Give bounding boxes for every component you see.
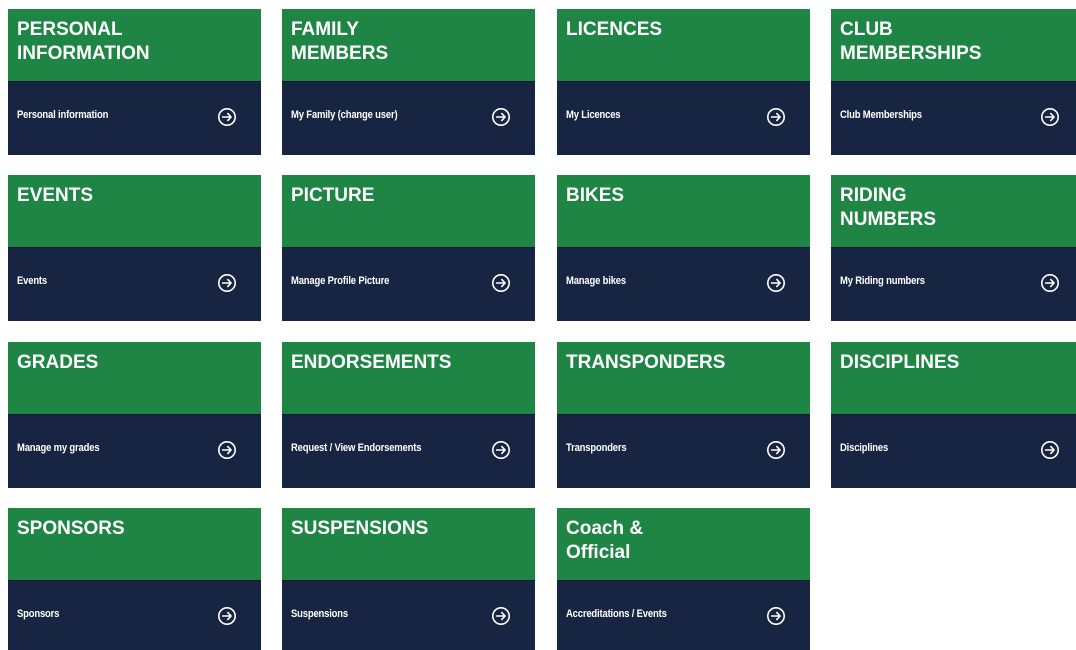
card-title: LICENCES	[557, 9, 810, 81]
card-title: GRADES	[8, 342, 261, 414]
arrow-right-circle-icon[interactable]	[217, 606, 237, 626]
arrow-right-circle-icon[interactable]	[491, 606, 511, 626]
card-link-club-memberships[interactable]: Club Memberships	[831, 81, 1076, 155]
card-link-label[interactable]: My Licences	[566, 109, 621, 121]
card-club-memberships: CLUB MEMBERSHIPS Club Memberships	[831, 9, 1076, 155]
card-link-label[interactable]: Suspensions	[291, 608, 348, 620]
card-link-label[interactable]: Club Memberships	[840, 109, 922, 121]
card-events: EVENTS Events	[8, 175, 261, 321]
card-link-events[interactable]: Events	[8, 247, 261, 321]
card-riding-numbers: RIDING NUMBERS My Riding numbers	[831, 175, 1076, 321]
arrow-right-circle-icon[interactable]	[491, 440, 511, 460]
card-title: PERSONAL INFORMATION	[8, 9, 261, 81]
card-personal-information: PERSONAL INFORMATION Personal informatio…	[8, 9, 261, 155]
card-link-grades[interactable]: Manage my grades	[8, 414, 261, 488]
card-title: PICTURE	[282, 175, 535, 247]
card-link-personal-information[interactable]: Personal information	[8, 81, 261, 155]
arrow-right-circle-icon[interactable]	[766, 273, 786, 293]
card-link-label[interactable]: Manage Profile Picture	[291, 275, 389, 287]
card-title: Coach & Official	[557, 508, 810, 580]
arrow-right-circle-icon[interactable]	[1040, 440, 1060, 460]
card-title: CLUB MEMBERSHIPS	[831, 9, 1076, 81]
card-link-label[interactable]: My Riding numbers	[840, 275, 925, 287]
card-coach-official: Coach & Official Accreditations / Events	[557, 508, 810, 650]
arrow-right-circle-icon[interactable]	[491, 273, 511, 293]
card-endorsements: ENDORSEMENTS Request / View Endorsements	[282, 342, 535, 488]
card-suspensions: SUSPENSIONS Suspensions	[282, 508, 535, 650]
card-link-label[interactable]: Sponsors	[17, 608, 59, 620]
arrow-right-circle-icon[interactable]	[766, 440, 786, 460]
card-link-disciplines[interactable]: Disciplines	[831, 414, 1076, 488]
card-picture: PICTURE Manage Profile Picture	[282, 175, 535, 321]
card-link-riding-numbers[interactable]: My Riding numbers	[831, 247, 1076, 321]
card-link-licences[interactable]: My Licences	[557, 81, 810, 155]
card-title: SUSPENSIONS	[282, 508, 535, 580]
arrow-right-circle-icon[interactable]	[217, 273, 237, 293]
card-link-label[interactable]: Accreditations / Events	[566, 608, 667, 620]
card-link-label[interactable]: Personal information	[17, 109, 108, 121]
arrow-right-circle-icon[interactable]	[217, 107, 237, 127]
card-link-sponsors[interactable]: Sponsors	[8, 580, 261, 650]
card-link-suspensions[interactable]: Suspensions	[282, 580, 535, 650]
card-title: ENDORSEMENTS	[282, 342, 535, 414]
card-title: FAMILY MEMBERS	[282, 9, 535, 81]
card-link-transponders[interactable]: Transponders	[557, 414, 810, 488]
card-link-picture[interactable]: Manage Profile Picture	[282, 247, 535, 321]
card-transponders: TRANSPONDERS Transponders	[557, 342, 810, 488]
card-grades: GRADES Manage my grades	[8, 342, 261, 488]
arrow-right-circle-icon[interactable]	[491, 107, 511, 127]
card-sponsors: SPONSORS Sponsors	[8, 508, 261, 650]
card-title: SPONSORS	[8, 508, 261, 580]
arrow-right-circle-icon[interactable]	[766, 606, 786, 626]
card-link-label[interactable]: Transponders	[566, 442, 627, 454]
card-link-coach-official[interactable]: Accreditations / Events	[557, 580, 810, 650]
arrow-right-circle-icon[interactable]	[217, 440, 237, 460]
card-link-family-members[interactable]: My Family (change user)	[282, 81, 535, 155]
card-link-endorsements[interactable]: Request / View Endorsements	[282, 414, 535, 488]
card-link-label[interactable]: Disciplines	[840, 442, 888, 454]
card-link-label[interactable]: My Family (change user)	[291, 109, 398, 121]
card-bikes: BIKES Manage bikes	[557, 175, 810, 321]
arrow-right-circle-icon[interactable]	[1040, 107, 1060, 127]
card-family-members: FAMILY MEMBERS My Family (change user)	[282, 9, 535, 155]
card-title: TRANSPONDERS	[557, 342, 810, 414]
card-link-label[interactable]: Events	[17, 275, 47, 287]
arrow-right-circle-icon[interactable]	[766, 107, 786, 127]
card-title: BIKES	[557, 175, 810, 247]
dashboard-card-grid: PERSONAL INFORMATION Personal informatio…	[0, 0, 1076, 650]
card-link-label[interactable]: Manage bikes	[566, 275, 626, 287]
card-title: DISCIPLINES	[831, 342, 1076, 414]
card-link-bikes[interactable]: Manage bikes	[557, 247, 810, 321]
card-link-label[interactable]: Request / View Endorsements	[291, 442, 421, 454]
card-title: EVENTS	[8, 175, 261, 247]
arrow-right-circle-icon[interactable]	[1040, 273, 1060, 293]
card-licences: LICENCES My Licences	[557, 9, 810, 155]
card-link-label[interactable]: Manage my grades	[17, 442, 100, 454]
card-disciplines: DISCIPLINES Disciplines	[831, 342, 1076, 488]
card-title: RIDING NUMBERS	[831, 175, 1076, 247]
